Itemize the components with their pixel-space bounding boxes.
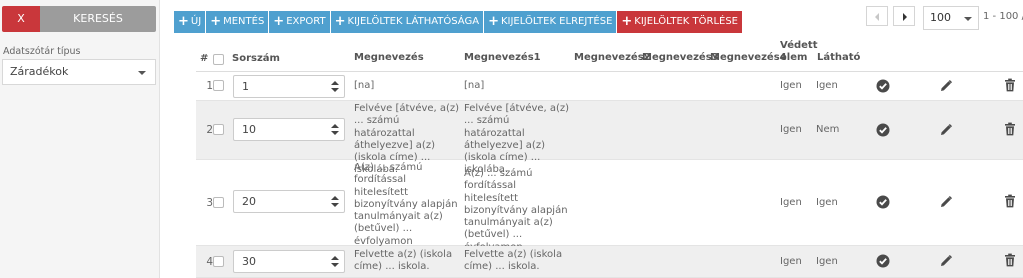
- check-circle-icon[interactable]: [876, 195, 890, 209]
- new-button-label: ÚJ: [190, 16, 202, 27]
- lathato-cell: Igen: [816, 80, 838, 91]
- row-index: 4: [206, 256, 213, 268]
- megnevezes1-cell: [na]: [464, 80, 485, 91]
- sorszam-value: 1: [242, 80, 249, 93]
- pencil-icon[interactable]: [939, 254, 953, 268]
- row-checkbox[interactable]: [213, 197, 224, 208]
- close-button[interactable]: X: [2, 6, 40, 32]
- sorszam-value: 20: [242, 195, 256, 208]
- column-header-vedett[interactable]: Védett: [780, 40, 817, 51]
- megnevezes-cell: Felvette a(z) (iskola címe) ... iskola.: [354, 249, 453, 273]
- trash-icon[interactable]: [1003, 122, 1017, 136]
- chevron-down-icon: [964, 17, 972, 21]
- spinner-icon[interactable]: [331, 255, 339, 269]
- trash-icon[interactable]: [1003, 194, 1017, 208]
- spinner-icon[interactable]: [331, 195, 339, 209]
- vedett-cell: Igen: [780, 124, 802, 135]
- pager-info: 1 - 100 / 1: [983, 11, 1023, 22]
- column-header-vedett-line2: elem: [780, 52, 808, 63]
- sorszam-input[interactable]: 30: [233, 250, 345, 273]
- row-checkbox[interactable]: [213, 124, 224, 135]
- filter-select[interactable]: Záradékok: [2, 59, 156, 85]
- page-size-value: 100: [930, 11, 951, 24]
- hide-selected-button[interactable]: + KIJELÖLTEK ELREJTÉSE: [484, 11, 617, 33]
- sidebar: X KERESÉS Adatszótár típus Záradékok: [0, 0, 160, 278]
- lathato-cell: Igen: [816, 256, 838, 267]
- delete-selected-label: KIJELÖLTEK TÖRLÉSE: [634, 16, 738, 27]
- column-header-megnevezes3[interactable]: Megnevezés3: [642, 52, 719, 63]
- table-row: 4 30 Felvette a(z) (iskola címe) ... isk…: [196, 246, 1023, 278]
- save-button[interactable]: + MENTÉS: [206, 11, 269, 33]
- row-index: 1: [206, 80, 213, 92]
- lathato-cell: Igen: [816, 197, 838, 208]
- sorszam-input[interactable]: 1: [233, 75, 345, 98]
- hide-selected-label: KIJELÖLTEK ELREJTÉSE: [500, 16, 613, 27]
- sorszam-input[interactable]: 10: [233, 118, 345, 141]
- column-header-megnevezes1[interactable]: Megnevezés1: [464, 52, 541, 63]
- vedett-cell: Igen: [780, 197, 802, 208]
- plus-icon: +: [488, 14, 499, 29]
- spinner-icon[interactable]: [331, 80, 339, 94]
- chevron-left-icon: [875, 13, 879, 21]
- next-page-button[interactable]: [893, 6, 915, 26]
- row-index: 2: [206, 124, 213, 136]
- vedett-cell: Igen: [780, 256, 802, 267]
- plus-icon: +: [210, 14, 222, 29]
- column-header-lathato[interactable]: Látható: [817, 52, 860, 63]
- table-row: 1 1 [na] [na] Igen Igen: [196, 72, 1023, 101]
- chevron-right-icon: [903, 13, 907, 21]
- sorszam-value: 10: [242, 123, 256, 136]
- filter-select-value: Záradékok: [10, 65, 69, 78]
- prev-page-button[interactable]: [866, 6, 888, 26]
- column-header-sorszam[interactable]: Sorszám: [232, 53, 280, 64]
- export-button-label: EXPORT: [286, 16, 326, 27]
- filter-label: Adatszótár típus: [3, 46, 81, 57]
- pencil-icon[interactable]: [939, 195, 953, 209]
- delete-selected-button[interactable]: + KIJELÖLTEK TÖRLÉSE: [617, 11, 742, 33]
- megnevezes1-cell: Felvette a(z) (iskola címe) ... iskola.: [464, 249, 563, 273]
- column-header-megnevezes4[interactable]: Megnevezés4: [710, 52, 787, 63]
- row-checkbox[interactable]: [213, 80, 224, 91]
- visibility-selected-label: KIJELÖLTEK LÁTHATÓSÁGA: [347, 16, 480, 27]
- plus-icon: +: [621, 14, 633, 29]
- row-index: 3: [206, 197, 213, 209]
- sorszam-value: 30: [242, 255, 256, 268]
- column-header-megnevezes[interactable]: Megnevezés: [354, 52, 424, 63]
- pencil-icon[interactable]: [939, 79, 953, 93]
- sorszam-input[interactable]: 20: [233, 190, 345, 213]
- check-circle-icon[interactable]: [876, 254, 890, 268]
- table-row: 2 10 Felvéve [átvéve, a(z) ... számú hat…: [196, 101, 1023, 175]
- visibility-selected-button[interactable]: + KIJELÖLTEK LÁTHATÓSÁGA: [330, 11, 484, 33]
- pencil-icon[interactable]: [939, 123, 953, 137]
- chevron-down-icon: [138, 71, 146, 75]
- export-button[interactable]: + EXPORT: [269, 11, 330, 33]
- column-header-index: #: [200, 53, 209, 64]
- megnevezes-cell: [na]: [354, 80, 375, 91]
- page-size-select[interactable]: 100: [923, 6, 979, 30]
- vedett-cell: Igen: [780, 80, 802, 91]
- table-row: 3 20 A(z) ... számú fordítással hitelesí…: [196, 160, 1023, 265]
- select-all-checkbox[interactable]: [213, 54, 224, 65]
- trash-icon[interactable]: [1003, 253, 1017, 267]
- new-button[interactable]: + ÚJ: [174, 11, 206, 33]
- search-button[interactable]: KERESÉS: [40, 6, 156, 32]
- save-button-label: MENTÉS: [223, 16, 265, 27]
- plus-icon: +: [178, 14, 189, 29]
- check-circle-icon[interactable]: [876, 123, 890, 137]
- column-header-megnevezes2[interactable]: Megnevezés2: [574, 52, 651, 63]
- check-circle-icon[interactable]: [876, 79, 890, 93]
- plus-icon: +: [334, 14, 346, 29]
- spinner-icon[interactable]: [331, 123, 339, 137]
- row-checkbox[interactable]: [213, 256, 224, 267]
- plus-icon: +: [273, 14, 285, 29]
- trash-icon[interactable]: [1003, 78, 1017, 92]
- lathato-cell: Nem: [816, 124, 840, 135]
- toolbar: + ÚJ + MENTÉS + EXPORT + KIJELÖLTEK LÁTHATÓS…: [174, 11, 743, 33]
